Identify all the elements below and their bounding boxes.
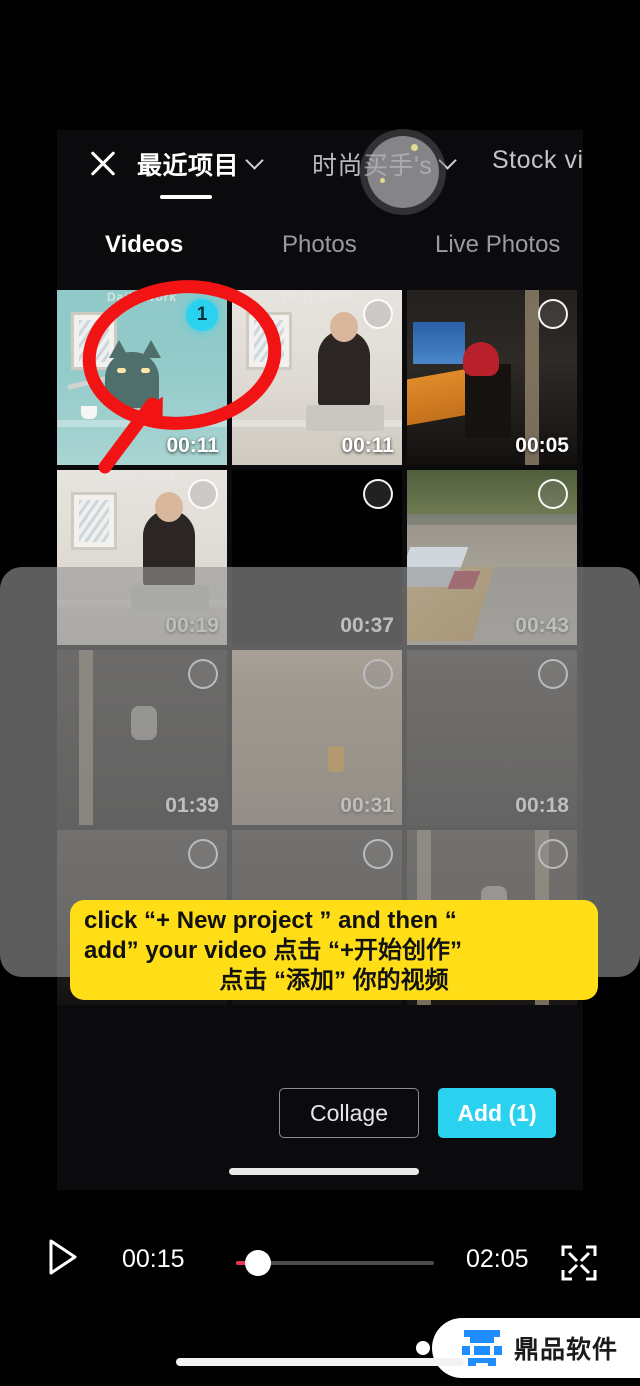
selection-circle[interactable] (538, 839, 568, 869)
home-indicator[interactable] (229, 1168, 419, 1175)
header-tab-label: Stock vid (492, 146, 583, 174)
decor-cat-ear (109, 340, 129, 358)
app-header: 最近项目 时尚买手's Stock vid (57, 130, 583, 222)
media-type-tabs: Videos Photos Live Photos (57, 225, 583, 287)
selection-circle[interactable] (538, 659, 568, 689)
decor-cup (81, 406, 97, 419)
selection-circle[interactable] (363, 839, 393, 869)
selection-circle[interactable] (363, 479, 393, 509)
selection-circle[interactable] (538, 479, 568, 509)
selection-circle[interactable] (188, 479, 218, 509)
selection-circle[interactable] (188, 839, 218, 869)
video-player-controls: 00:15 02:05 (0, 1218, 640, 1302)
selection-circle[interactable] (363, 299, 393, 329)
header-active-indicator (160, 195, 212, 199)
chevron-down-icon (441, 154, 455, 168)
decor-object (328, 746, 344, 772)
selection-badge[interactable]: 1 (186, 299, 218, 331)
tooltip-line-3: 点击 “添加” 你的视频 (219, 966, 449, 994)
grid-item[interactable]: 01:39 (57, 650, 227, 825)
close-icon[interactable] (86, 146, 120, 180)
grid-item[interactable]: Daily work 1 00:11 (57, 290, 227, 465)
decor-person (318, 312, 370, 406)
play-button[interactable] (48, 1238, 78, 1276)
action-bar: Collage Add (1) (57, 1066, 583, 1190)
tooltip-line-1: click “+ New project ” and then “ (84, 907, 457, 935)
header-tab-stock-video[interactable]: Stock vid (492, 146, 583, 175)
chevron-down-icon (248, 154, 262, 168)
touch-indicator (367, 136, 439, 208)
duration-label: 00:11 (341, 434, 394, 457)
watermark-text: 鼎品软件 (514, 1336, 619, 1364)
decor-cat-ear (141, 340, 161, 358)
header-tab-recent-projects[interactable]: 最近项目 (137, 146, 262, 182)
duration-label: 00:18 (515, 794, 569, 817)
tab-videos[interactable]: Videos (105, 231, 183, 259)
tab-live-photos[interactable]: Live Photos (435, 231, 560, 259)
decor-cat-eye (141, 368, 150, 373)
decor-doorpost (79, 650, 93, 825)
system-home-bar[interactable] (176, 1358, 464, 1366)
duration-label: 00:11 (166, 434, 219, 457)
tooltip-line-2: add” your video 点击 “+开始创作” (84, 937, 463, 965)
fullscreen-icon[interactable] (560, 1244, 598, 1282)
grid-item[interactable]: Daily work 00:11 (232, 290, 402, 465)
screenshot-root: 最近项目 时尚买手's Stock vid Videos Photos Live… (0, 0, 640, 1386)
decor-figure (131, 706, 157, 740)
decor-cat-eye (117, 368, 126, 373)
duration-label: 01:39 (165, 794, 219, 817)
total-time-label: 02:05 (466, 1245, 529, 1273)
decor-desk (57, 420, 227, 427)
duration-label: 00:19 (165, 614, 219, 637)
grid-item[interactable]: Daily work 00:19 (57, 470, 227, 645)
duration-label: 00:43 (515, 614, 569, 637)
decor-frame (246, 312, 292, 370)
current-time-label: 00:15 (122, 1245, 185, 1273)
media-grid: Daily work 1 00:11 Daily work 00:11 00:0… (57, 290, 583, 1005)
decor-screen (413, 322, 465, 364)
duration-label: 00:05 (515, 434, 569, 457)
seek-handle[interactable] (245, 1250, 271, 1276)
add-button[interactable]: Add (1) (438, 1088, 556, 1138)
watermark-dot (416, 1341, 430, 1355)
duration-label: 00:37 (340, 614, 394, 637)
grid-item[interactable]: 00:43 (407, 470, 577, 645)
phone-screen: 最近项目 时尚买手's Stock vid Videos Photos Live… (57, 130, 583, 1190)
dingpin-logo-icon (462, 1330, 502, 1366)
tab-photos[interactable]: Photos (282, 231, 357, 259)
grid-item[interactable]: 00:18 (407, 650, 577, 825)
decor-orange-box (407, 368, 469, 426)
decor-laptop (131, 585, 209, 611)
grid-item[interactable]: 00:37 (232, 470, 402, 645)
header-tab-label: 最近项目 (137, 152, 240, 180)
duration-label: 00:31 (340, 794, 394, 817)
decor-laptop (306, 405, 384, 431)
selection-circle[interactable] (538, 299, 568, 329)
decor-cat (105, 352, 159, 408)
grid-item[interactable]: 00:31 (232, 650, 402, 825)
watermark: 鼎品软件 (416, 1318, 640, 1378)
decor-frame (71, 492, 117, 550)
decor-helmet (463, 342, 499, 376)
seek-bar[interactable] (236, 1250, 434, 1276)
grid-item[interactable]: 00:05 (407, 290, 577, 465)
selection-circle[interactable] (188, 659, 218, 689)
selection-circle[interactable] (363, 659, 393, 689)
collage-button[interactable]: Collage (279, 1088, 419, 1138)
decor-person (143, 492, 195, 586)
instruction-tooltip: click “+ New project ” and then “ add” y… (70, 900, 598, 1000)
